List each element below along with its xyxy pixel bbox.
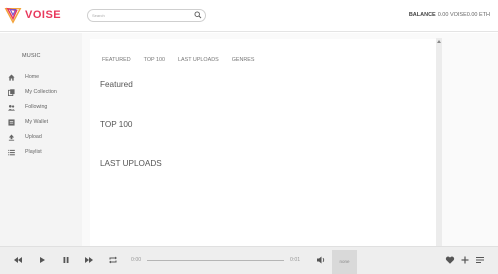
add-icon[interactable]	[460, 255, 470, 265]
content-panel	[90, 39, 441, 246]
time-total: 0:01	[290, 257, 301, 263]
tab-last-uploads[interactable]: LAST UPLOADS	[178, 57, 219, 63]
sidebar-item-playlist[interactable]: Playlist	[8, 147, 42, 157]
search-input[interactable]	[92, 10, 192, 21]
balance-eth: 0.00 ETH	[466, 12, 490, 18]
upload-icon	[8, 133, 15, 141]
sidebar-item-home[interactable]: Home	[8, 72, 39, 82]
time-current: 0:00	[131, 257, 142, 263]
section-title-featured: Featured	[100, 80, 133, 89]
brand-name: VOISE	[25, 9, 62, 21]
balance-label: BALANCE	[408, 12, 436, 18]
playlist-icon	[8, 149, 15, 155]
fast-forward-icon[interactable]	[84, 255, 94, 265]
queue-icon[interactable]	[475, 255, 485, 265]
search-box	[87, 9, 206, 22]
tab-top-100[interactable]: TOP 100	[144, 57, 165, 63]
scroll-up-icon[interactable]	[437, 40, 441, 43]
balance-display: BALANCE 0.00 VOISE0.00 ETH	[409, 12, 490, 18]
voise-logo-icon	[4, 7, 22, 24]
top-header: VOISE BALANCE0.00 VOISE0.00 ETH	[0, 0, 498, 32]
section-title-last-uploads: LAST UPLOADS	[100, 159, 162, 168]
sidebar-item-label: Following	[25, 104, 48, 110]
sidebar-item-label: My Wallet	[25, 119, 49, 125]
sidebar-item-upload[interactable]: Upload	[8, 132, 42, 142]
sidebar-item-following[interactable]: Following	[8, 102, 47, 112]
sidebar-item-label: Upload	[25, 134, 42, 140]
volume-label: none	[339, 259, 350, 264]
tab-bar: FEATURED TOP 100 LAST UPLOADS GENRES	[102, 57, 267, 63]
play-icon[interactable]	[37, 255, 47, 265]
pause-icon[interactable]	[61, 255, 71, 265]
sidebar-heading: MUSIC	[22, 53, 41, 59]
progress-bar[interactable]	[147, 260, 284, 261]
voise-logo[interactable]: VOISE	[4, 5, 61, 25]
wallet-icon	[8, 118, 15, 126]
home-icon	[8, 73, 15, 81]
sidebar-item-label: Playlist	[25, 149, 42, 155]
volume-icon[interactable]	[316, 255, 326, 265]
following-icon	[8, 104, 15, 111]
sidebar: MUSIC Home My Collection Following My Wa…	[0, 33, 82, 246]
player-bar: 0:00 0:01 none	[0, 246, 498, 274]
tab-genres[interactable]: GENRES	[232, 57, 255, 63]
rewind-icon[interactable]	[13, 255, 23, 265]
collection-icon	[8, 88, 15, 96]
heart-icon[interactable]	[445, 255, 455, 265]
sidebar-item-my-collection[interactable]: My Collection	[8, 87, 57, 97]
main-scrollbar[interactable]	[436, 38, 442, 246]
section-title-top-100: TOP 100	[100, 120, 133, 129]
volume-selector[interactable]: none	[332, 250, 357, 274]
balance-voise: 0.00 VOISE	[437, 12, 467, 18]
sidebar-item-my-wallet[interactable]: My Wallet	[8, 117, 48, 127]
repeat-icon[interactable]	[108, 255, 118, 265]
sidebar-item-label: Home	[25, 74, 40, 80]
tab-featured[interactable]: FEATURED	[102, 57, 131, 63]
sidebar-item-label: My Collection	[25, 89, 57, 95]
search-icon[interactable]	[194, 11, 202, 19]
